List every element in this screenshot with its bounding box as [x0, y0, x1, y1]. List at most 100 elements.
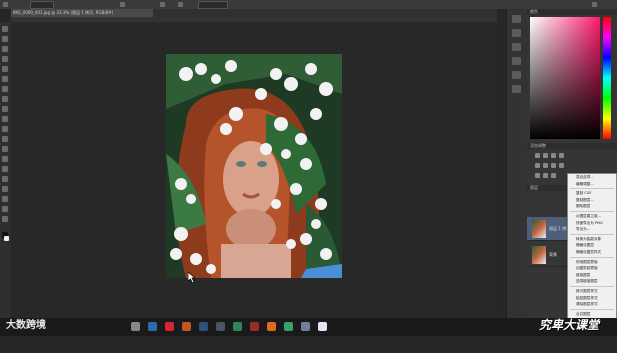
color-picker-field[interactable]	[530, 17, 600, 139]
properties-panel-icon[interactable]	[512, 29, 521, 37]
context-menu-item[interactable]: 清除图层样式	[568, 301, 616, 308]
photoshop-icon[interactable]	[199, 322, 208, 331]
portrait-photo	[166, 54, 342, 278]
options-bar	[0, 0, 617, 9]
posterize-icon[interactable]	[543, 173, 548, 178]
layer-thumbnail	[532, 220, 546, 238]
gradient-tool-icon[interactable]	[2, 136, 8, 142]
watermark-right: 究卑大课堂	[539, 318, 600, 332]
context-menu-item[interactable]: 粘贴图层样式	[568, 295, 616, 302]
layer-context-menu: 混合选项... 编辑调整... 复制 CSS 复制图层... 删除图层从图层建立组...…	[567, 173, 617, 352]
option-field[interactable]	[30, 1, 54, 9]
hand-tool-icon[interactable]	[2, 206, 8, 212]
context-menu-item[interactable]: 转换为智能对象	[568, 236, 616, 243]
menu-separator	[570, 256, 614, 258]
workspace-icon[interactable]	[592, 2, 597, 7]
history-panel-icon[interactable]	[512, 15, 521, 23]
color-panel-tab[interactable]: 颜色	[527, 9, 617, 15]
context-menu-item[interactable]: 停用图层蒙版	[568, 259, 616, 266]
context-menu-item[interactable]: 复制 CSS	[568, 190, 616, 197]
brush-tool-icon[interactable]	[2, 96, 8, 102]
app-icon[interactable]	[250, 322, 259, 331]
brush-panel-icon[interactable]	[512, 71, 521, 79]
menu-separator	[570, 285, 614, 287]
actions-panel-icon[interactable]	[512, 85, 521, 93]
move-tool-icon[interactable]	[2, 26, 8, 32]
character-panel-icon[interactable]	[512, 43, 521, 51]
crop-tool-icon[interactable]	[2, 66, 8, 72]
hue-slider[interactable]	[603, 17, 611, 139]
app-icon[interactable]	[182, 322, 191, 331]
lasso-tool-icon[interactable]	[2, 46, 8, 52]
levels-icon[interactable]	[543, 153, 548, 158]
menu-separator	[570, 188, 614, 190]
browser-icon[interactable]	[165, 322, 174, 331]
zoom-tool-icon[interactable]	[2, 216, 8, 222]
context-menu-item[interactable]: 选择链接图层	[568, 278, 616, 285]
context-menu-item[interactable]: 栅格化图层样式	[568, 249, 616, 256]
paragraph-panel-icon[interactable]	[512, 57, 521, 65]
app-icon[interactable]	[216, 322, 225, 331]
photo-filter-icon[interactable]	[559, 163, 564, 168]
black-white-icon[interactable]	[551, 163, 556, 168]
option-toggle-icon[interactable]	[178, 2, 183, 7]
threshold-icon[interactable]	[551, 173, 556, 178]
context-menu-item[interactable]: 橙色	[568, 347, 616, 353]
option-toggle-icon[interactable]	[160, 2, 165, 7]
select-and-mask-button[interactable]	[198, 1, 228, 9]
background-color-swatch[interactable]	[4, 236, 9, 241]
context-menu-item[interactable]: 从图层建立组...	[568, 213, 616, 220]
option-toggle-icon[interactable]	[120, 2, 125, 7]
clone-stamp-tool-icon[interactable]	[2, 106, 8, 112]
mouse-cursor-icon	[188, 272, 196, 283]
app-icon[interactable]	[148, 322, 157, 331]
context-menu-item[interactable]: 快速导出为 PNG	[568, 220, 616, 227]
pen-tool-icon[interactable]	[2, 166, 8, 172]
app-icon[interactable]	[267, 322, 276, 331]
app-icon[interactable]	[318, 322, 327, 331]
shape-tool-icon[interactable]	[2, 196, 8, 202]
path-select-tool-icon[interactable]	[2, 186, 8, 192]
app-icon[interactable]	[233, 322, 242, 331]
context-menu-item[interactable]: 导出为...	[568, 226, 616, 233]
app-icon[interactable]	[301, 322, 310, 331]
dodge-tool-icon[interactable]	[2, 156, 8, 162]
start-icon[interactable]	[131, 322, 140, 331]
context-menu-item[interactable]: 编辑调整...	[568, 181, 616, 188]
context-menu-item[interactable]: 链接图层	[568, 272, 616, 279]
exposure-icon[interactable]	[559, 153, 564, 158]
document-tab-bar: IMG_0000_001.jpg @ 33.3% (图层 1 拷贝, RGB/8…	[11, 9, 497, 17]
toolbar	[0, 22, 11, 318]
context-menu-item[interactable]: 创建剪贴蒙版	[568, 265, 616, 272]
watermark-left: 大数跨境	[6, 320, 46, 331]
curves-icon[interactable]	[551, 153, 556, 158]
hue-saturation-icon[interactable]	[535, 163, 540, 168]
healing-brush-tool-icon[interactable]	[2, 86, 8, 92]
color-balance-icon[interactable]	[543, 163, 548, 168]
layer-name[interactable]: 背景	[549, 252, 557, 258]
menu-separator	[570, 233, 614, 235]
marquee-tool-icon[interactable]	[2, 36, 8, 42]
tool-preset-icon[interactable]	[3, 2, 8, 7]
eyedropper-tool-icon[interactable]	[2, 76, 8, 82]
menu-separator	[570, 308, 614, 310]
context-menu-item[interactable]: 删除图层	[568, 203, 616, 210]
invert-icon[interactable]	[535, 173, 540, 178]
blur-tool-icon[interactable]	[2, 146, 8, 152]
quick-select-tool-icon[interactable]	[2, 56, 8, 62]
context-menu-item[interactable]: 栅格化图层	[568, 242, 616, 249]
menu-separator	[570, 210, 614, 212]
brightness-icon[interactable]	[535, 153, 540, 158]
document-image[interactable]	[166, 54, 342, 278]
document-tab[interactable]: IMG_0000_001.jpg @ 33.3% (图层 1 拷贝, RGB/8…	[11, 9, 153, 17]
history-brush-tool-icon[interactable]	[2, 116, 8, 122]
context-menu-item[interactable]: 红色	[568, 340, 616, 347]
adjustments-panel-tab[interactable]: 添加调整	[527, 143, 617, 149]
wechat-icon[interactable]	[284, 322, 293, 331]
context-menu-item[interactable]: 混合选项...	[568, 174, 616, 181]
context-menu-item[interactable]: 复制图层...	[568, 197, 616, 204]
eraser-tool-icon[interactable]	[2, 126, 8, 132]
context-menu-item[interactable]: 拷贝图层样式	[568, 288, 616, 295]
layer-thumbnail	[532, 246, 546, 264]
type-tool-icon[interactable]	[2, 176, 8, 182]
